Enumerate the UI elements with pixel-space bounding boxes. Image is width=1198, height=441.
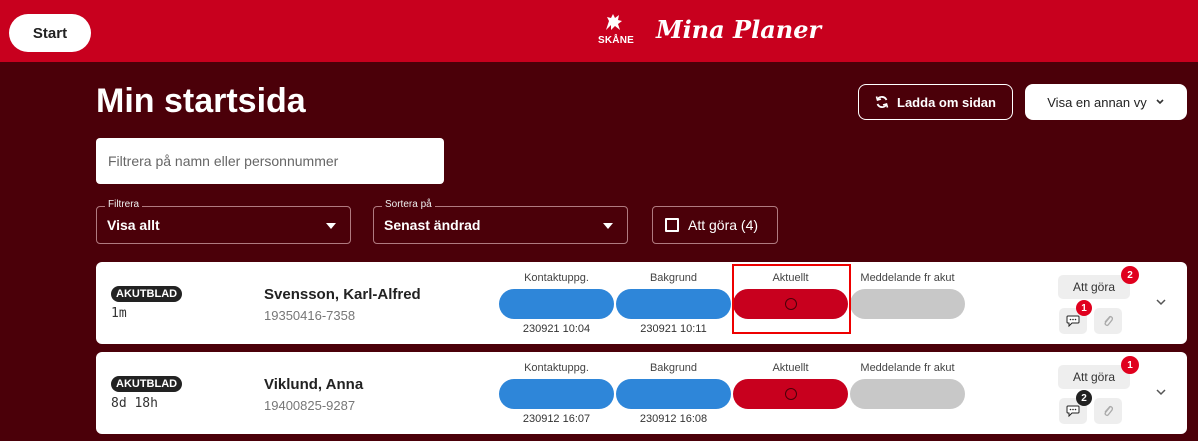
column-message: Meddelande fr akut bbox=[849, 352, 966, 434]
column-header: Bakgrund bbox=[649, 362, 698, 374]
app-title: Mina Planer bbox=[656, 15, 822, 44]
filter-select-label: Filtrera bbox=[105, 199, 143, 210]
patient-age: 8d 18h bbox=[111, 396, 158, 411]
caret-down-icon bbox=[326, 223, 336, 229]
column-background: Bakgrund 230912 16:08 bbox=[615, 352, 732, 434]
chevron-down-icon bbox=[1156, 99, 1164, 105]
change-view-label: Visa en annan vy bbox=[1047, 94, 1147, 110]
contact-status-pill[interactable] bbox=[499, 289, 614, 319]
background-timestamp: 230921 10:11 bbox=[640, 323, 707, 335]
message-status-pill[interactable] bbox=[850, 379, 965, 409]
page-title: Min startsida bbox=[96, 82, 306, 120]
column-background: Bakgrund 230921 10:11 bbox=[615, 262, 732, 344]
paperclip-icon bbox=[1104, 405, 1114, 417]
circle-icon bbox=[785, 298, 797, 310]
main-area: Min startsida Ladda om sidan Visa en ann… bbox=[0, 62, 1198, 441]
griffin-icon bbox=[606, 14, 622, 30]
background-status-pill[interactable] bbox=[616, 289, 731, 319]
refresh-icon bbox=[875, 96, 889, 108]
chevron-down-icon bbox=[1156, 389, 1166, 396]
reload-page-button[interactable]: Ladda om sidan bbox=[858, 84, 1013, 120]
todo-filter-checkbox[interactable]: Att göra (4) bbox=[652, 206, 778, 244]
top-bar: Start SKÅNE Mina Planer bbox=[0, 0, 1198, 62]
patient-personnummer: 19350416-7358 bbox=[264, 308, 356, 323]
reload-label: Ladda om sidan bbox=[897, 94, 996, 110]
speech-bubble-icon bbox=[1066, 405, 1080, 417]
column-current: Aktuellt bbox=[732, 352, 849, 434]
background-status-pill[interactable] bbox=[616, 379, 731, 409]
start-button[interactable]: Start bbox=[9, 14, 91, 52]
circle-icon bbox=[785, 388, 797, 400]
column-contact: Kontaktuppg. 230921 10:04 bbox=[498, 262, 615, 344]
speech-bubble-icon bbox=[1066, 315, 1080, 327]
todo-filter-label: Att göra (4) bbox=[688, 217, 759, 233]
contact-status-pill[interactable] bbox=[499, 379, 614, 409]
column-current: Aktuellt bbox=[732, 262, 849, 344]
change-view-button[interactable]: Visa en annan vy bbox=[1025, 84, 1187, 120]
column-contact: Kontaktuppg. 230912 16:07 bbox=[498, 352, 615, 434]
current-status-pill[interactable] bbox=[733, 379, 848, 409]
column-message: Meddelande fr akut bbox=[849, 262, 966, 344]
search-input[interactable] bbox=[96, 138, 444, 184]
column-header: Kontaktuppg. bbox=[524, 362, 589, 374]
filter-select[interactable]: Filtrera Visa allt bbox=[96, 199, 351, 244]
column-header: Aktuellt bbox=[772, 272, 809, 284]
akutblad-badge: AKUTBLAD bbox=[111, 286, 183, 302]
current-status-pill[interactable] bbox=[733, 289, 848, 319]
patient-card[interactable]: AKUTBLAD 1m Svensson, Karl-Alfred 193504… bbox=[96, 262, 1187, 344]
todo-button[interactable]: Att göra bbox=[1058, 365, 1130, 389]
contact-timestamp: 230912 16:07 bbox=[522, 413, 591, 425]
sort-select-value: Senast ändrad bbox=[384, 217, 481, 233]
message-status-pill[interactable] bbox=[850, 289, 965, 319]
sort-select-label: Sortera på bbox=[382, 199, 435, 210]
patient-card[interactable]: AKUTBLAD 8d 18h Viklund, Anna 19400825-9… bbox=[96, 352, 1187, 434]
akutblad-badge: AKUTBLAD bbox=[111, 376, 183, 392]
todo-count-badge: 1 bbox=[1121, 356, 1139, 374]
column-header: Meddelande fr akut bbox=[860, 362, 955, 374]
attachment-button[interactable] bbox=[1094, 398, 1122, 424]
todo-count-badge: 2 bbox=[1121, 266, 1139, 284]
patient-name: Viklund, Anna bbox=[264, 376, 364, 393]
filter-select-value: Visa allt bbox=[107, 217, 160, 233]
logo-wordmark: SKÅNE bbox=[597, 35, 634, 46]
background-timestamp: 230912 16:08 bbox=[639, 413, 708, 425]
patient-personnummer: 19400825-9287 bbox=[264, 398, 356, 413]
column-header: Aktuellt bbox=[772, 362, 809, 374]
message-count-badge: 2 bbox=[1076, 390, 1092, 406]
patient-age: 1m bbox=[111, 306, 127, 321]
expand-row-button[interactable] bbox=[1151, 292, 1171, 312]
contact-timestamp: 230921 10:04 bbox=[522, 323, 591, 335]
column-header: Meddelande fr akut bbox=[860, 272, 955, 284]
page: Start SKÅNE Mina Planer Min startsida La… bbox=[0, 0, 1198, 441]
column-header: Bakgrund bbox=[649, 272, 698, 284]
expand-row-button[interactable] bbox=[1151, 382, 1171, 402]
chevron-down-icon bbox=[1156, 299, 1166, 306]
region-skane-logo: SKÅNE bbox=[596, 12, 636, 52]
column-header: Kontaktuppg. bbox=[524, 272, 589, 284]
patient-name: Svensson, Karl-Alfred bbox=[264, 286, 421, 303]
checkbox-icon bbox=[665, 218, 679, 232]
message-count-badge: 1 bbox=[1076, 300, 1092, 316]
paperclip-icon bbox=[1104, 315, 1114, 327]
todo-button[interactable]: Att göra bbox=[1058, 275, 1130, 299]
sort-select[interactable]: Sortera på Senast ändrad bbox=[373, 199, 628, 244]
caret-down-icon bbox=[603, 223, 613, 229]
attachment-button[interactable] bbox=[1094, 308, 1122, 334]
